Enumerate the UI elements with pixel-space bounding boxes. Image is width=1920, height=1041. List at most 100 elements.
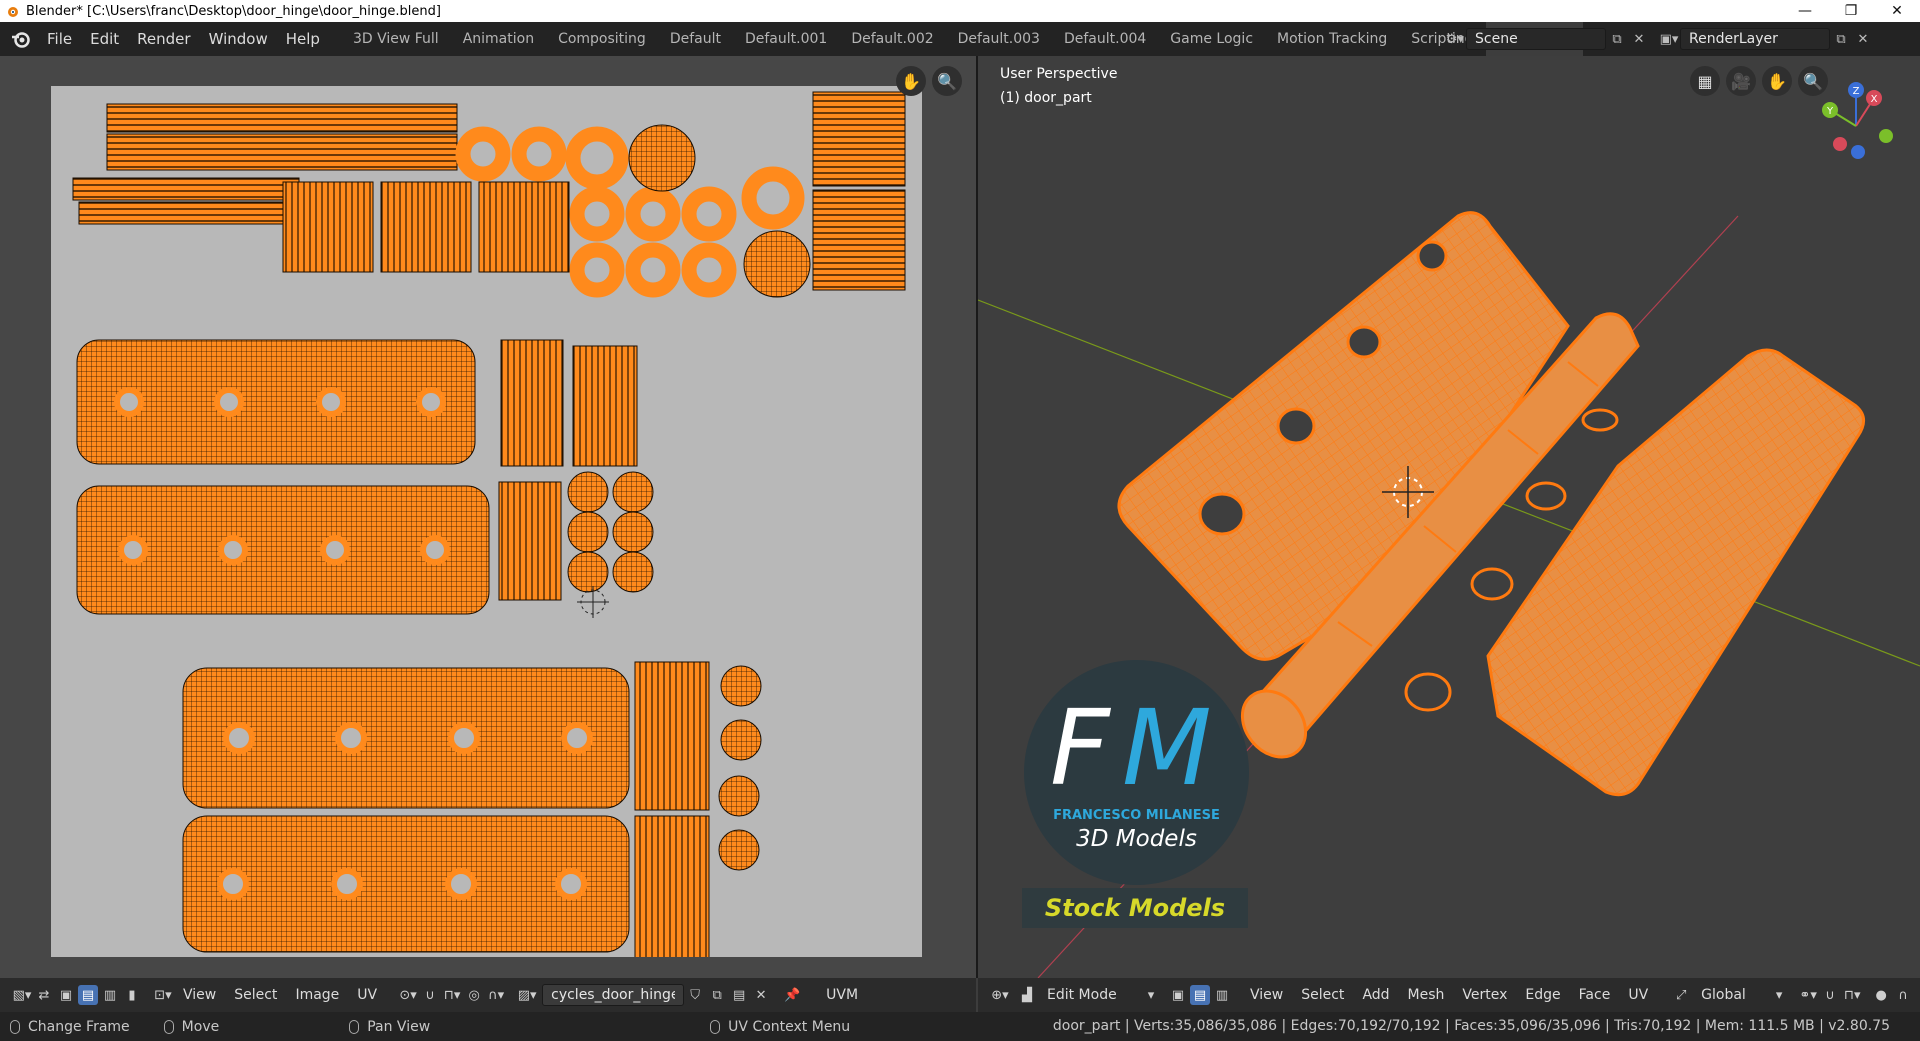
snap-icon[interactable]: ∪ xyxy=(420,985,440,1005)
image-name: cycles_door_hinge_... xyxy=(551,987,675,1003)
gizmo-x-label: X xyxy=(1871,94,1878,105)
vp-menu-uv[interactable]: UV xyxy=(1619,987,1657,1003)
scene-browse-icon[interactable]: ⚙▾ xyxy=(1444,28,1466,50)
editor-type-icon[interactable]: ▧▾ xyxy=(12,985,32,1005)
pin-icon[interactable]: 📌 xyxy=(782,985,802,1005)
new-image-icon[interactable]: ⧉ xyxy=(707,985,727,1005)
window-title: Blender* [C:\Users\franc\Desktop\door_hi… xyxy=(26,3,441,19)
status-pan-view: Pan View xyxy=(349,1019,430,1035)
uv-islands xyxy=(72,91,906,965)
pivot-point-icon[interactable]: ⚭▾ xyxy=(1798,985,1818,1005)
render-layer-browse-icon[interactable]: ▣▾ xyxy=(1658,28,1680,50)
uv-image-canvas[interactable] xyxy=(51,86,922,965)
vp-snap-target-icon[interactable]: ⊓▾ xyxy=(1842,985,1862,1005)
uv-menu-select[interactable]: Select xyxy=(225,987,286,1003)
new-scene-icon[interactable]: ⧉ xyxy=(1606,28,1628,50)
toggle-ortho-grid-icon[interactable]: ▦ xyxy=(1690,66,1720,96)
gizmo-y-label: Y xyxy=(1826,106,1834,117)
vp-menu-select[interactable]: Select xyxy=(1292,987,1353,1003)
vp-snap-icon[interactable]: ∪ xyxy=(1820,985,1840,1005)
tab-game-logic[interactable]: Game Logic xyxy=(1158,22,1265,56)
image-name-field[interactable]: cycles_door_hinge_... xyxy=(542,984,685,1006)
fm-subtitle: 3D Models xyxy=(1076,826,1197,852)
render-layer-name: RenderLayer xyxy=(1689,31,1778,47)
orientation-selector[interactable]: Global xyxy=(1692,987,1768,1003)
tab-animation[interactable]: Animation xyxy=(451,22,546,56)
vertex-mode-icon[interactable]: ▣ xyxy=(1168,985,1188,1005)
vp-menu-vertex[interactable]: Vertex xyxy=(1453,987,1516,1003)
vp-menu-view[interactable]: View xyxy=(1241,987,1292,1003)
status-move: Move xyxy=(163,1019,219,1035)
unlink-image-icon[interactable]: ✕ xyxy=(751,985,771,1005)
mode-selector[interactable]: Edit Mode xyxy=(1038,987,1140,1003)
tab-3d-view-full[interactable]: 3D View Full xyxy=(341,22,451,56)
tab-motion-tracking[interactable]: Motion Tracking xyxy=(1265,22,1399,56)
uv-menu-view[interactable]: View xyxy=(174,987,225,1003)
orientation-icon[interactable]: ⤢ xyxy=(1671,985,1691,1005)
menu-window[interactable]: Window xyxy=(200,30,277,48)
edge-select-icon[interactable]: ▤ xyxy=(78,985,98,1005)
menu-render[interactable]: Render xyxy=(128,30,199,48)
menu-edit[interactable]: Edit xyxy=(81,30,128,48)
gizmo-z-label: Z xyxy=(1853,86,1860,97)
mode-dropdown-icon[interactable]: ▾ xyxy=(1141,985,1161,1005)
sync-select-icon[interactable]: ⊡▾ xyxy=(153,985,173,1005)
blender-logo-icon[interactable] xyxy=(10,28,32,50)
zoom-view-icon[interactable]: 🔍 xyxy=(932,66,962,96)
image-browse-icon[interactable]: ▨▾ xyxy=(517,985,537,1005)
face-mode-icon[interactable]: ▥ xyxy=(1212,985,1232,1005)
vp-falloff-icon[interactable]: ∩ xyxy=(1893,985,1913,1005)
vp-proportional-icon[interactable]: ● xyxy=(1871,985,1891,1005)
uv-menu-uv[interactable]: UV xyxy=(348,987,386,1003)
tab-default-003[interactable]: Default.003 xyxy=(946,22,1052,56)
menu-help[interactable]: Help xyxy=(277,30,329,48)
viewport-editor-type-icon[interactable]: ⊕▾ xyxy=(990,985,1010,1005)
fake-user-icon[interactable]: ⛉ xyxy=(685,985,705,1005)
new-render-layer-icon[interactable]: ⧉ xyxy=(1830,28,1852,50)
scene-name: Scene xyxy=(1475,31,1518,47)
maximize-button[interactable]: ❐ xyxy=(1828,0,1874,22)
navigation-gizmo[interactable]: Z X Y xyxy=(1816,76,1906,166)
edge-mode-icon[interactable]: ▤ xyxy=(1190,985,1210,1005)
uv-menu-image[interactable]: Image xyxy=(286,987,348,1003)
snap-target-icon[interactable]: ⊓▾ xyxy=(442,985,462,1005)
fm-author-name: FRANCESCO MILANESE xyxy=(1053,808,1220,823)
delete-scene-icon[interactable]: ✕ xyxy=(1628,28,1650,50)
close-button[interactable]: ✕ xyxy=(1874,0,1920,22)
vp-menu-edge[interactable]: Edge xyxy=(1516,987,1569,1003)
tab-default-001[interactable]: Default.001 xyxy=(733,22,839,56)
camera-view-icon[interactable]: 🎥 xyxy=(1726,66,1756,96)
delete-render-layer-icon[interactable]: ✕ xyxy=(1852,28,1874,50)
workspace-tabs: 3D View Full Animation Compositing Defau… xyxy=(341,22,1583,56)
tab-default-002[interactable]: Default.002 xyxy=(839,22,945,56)
edit-mode-icon[interactable]: ▟ xyxy=(1017,985,1037,1005)
pan-view-hand-icon[interactable]: ✋ xyxy=(896,66,926,96)
viewport-header: ⊕▾ ▟ Edit Mode ▾ ▣ ▤ ▥ View Select Add M… xyxy=(978,978,1920,1012)
scene-name-field[interactable]: Scene xyxy=(1466,28,1606,50)
vp-menu-face[interactable]: Face xyxy=(1570,987,1620,1003)
island-select-icon[interactable]: ▮ xyxy=(122,985,142,1005)
open-image-icon[interactable]: ▤ xyxy=(729,985,749,1005)
sticky-selection-icon[interactable]: ⇄ xyxy=(34,985,54,1005)
vp-menu-mesh[interactable]: Mesh xyxy=(1399,987,1454,1003)
status-item-label: Change Frame xyxy=(28,1018,130,1035)
orientation-dropdown-icon[interactable]: ▾ xyxy=(1769,985,1789,1005)
scene-selector-group: ⚙▾ Scene ⧉ ✕ ▣▾ RenderLayer ⧉ ✕ xyxy=(1444,22,1874,56)
window-titlebar: Blender* [C:\Users\franc\Desktop\door_hi… xyxy=(0,0,1920,22)
pivot-icon[interactable]: ⊙▾ xyxy=(398,985,418,1005)
falloff-icon[interactable]: ∩▾ xyxy=(486,985,506,1005)
vp-menu-add[interactable]: Add xyxy=(1353,987,1398,1003)
tab-compositing[interactable]: Compositing xyxy=(546,22,658,56)
proportional-edit-icon[interactable]: ◎ xyxy=(464,985,484,1005)
minimize-button[interactable]: — xyxy=(1782,0,1828,22)
tab-default-004[interactable]: Default.004 xyxy=(1052,22,1158,56)
zoom-icon[interactable]: 🔍 xyxy=(1798,66,1828,96)
render-layer-field[interactable]: RenderLayer xyxy=(1680,28,1830,50)
vertex-select-icon[interactable]: ▣ xyxy=(56,985,76,1005)
tab-default[interactable]: Default xyxy=(658,22,733,56)
menu-file[interactable]: File xyxy=(38,30,81,48)
uv-map-label[interactable]: UVM xyxy=(817,987,867,1003)
pan-view-icon[interactable]: ✋ xyxy=(1762,66,1792,96)
uv-editor[interactable]: ✋ 🔍 xyxy=(0,56,976,978)
face-select-icon[interactable]: ▥ xyxy=(100,985,120,1005)
